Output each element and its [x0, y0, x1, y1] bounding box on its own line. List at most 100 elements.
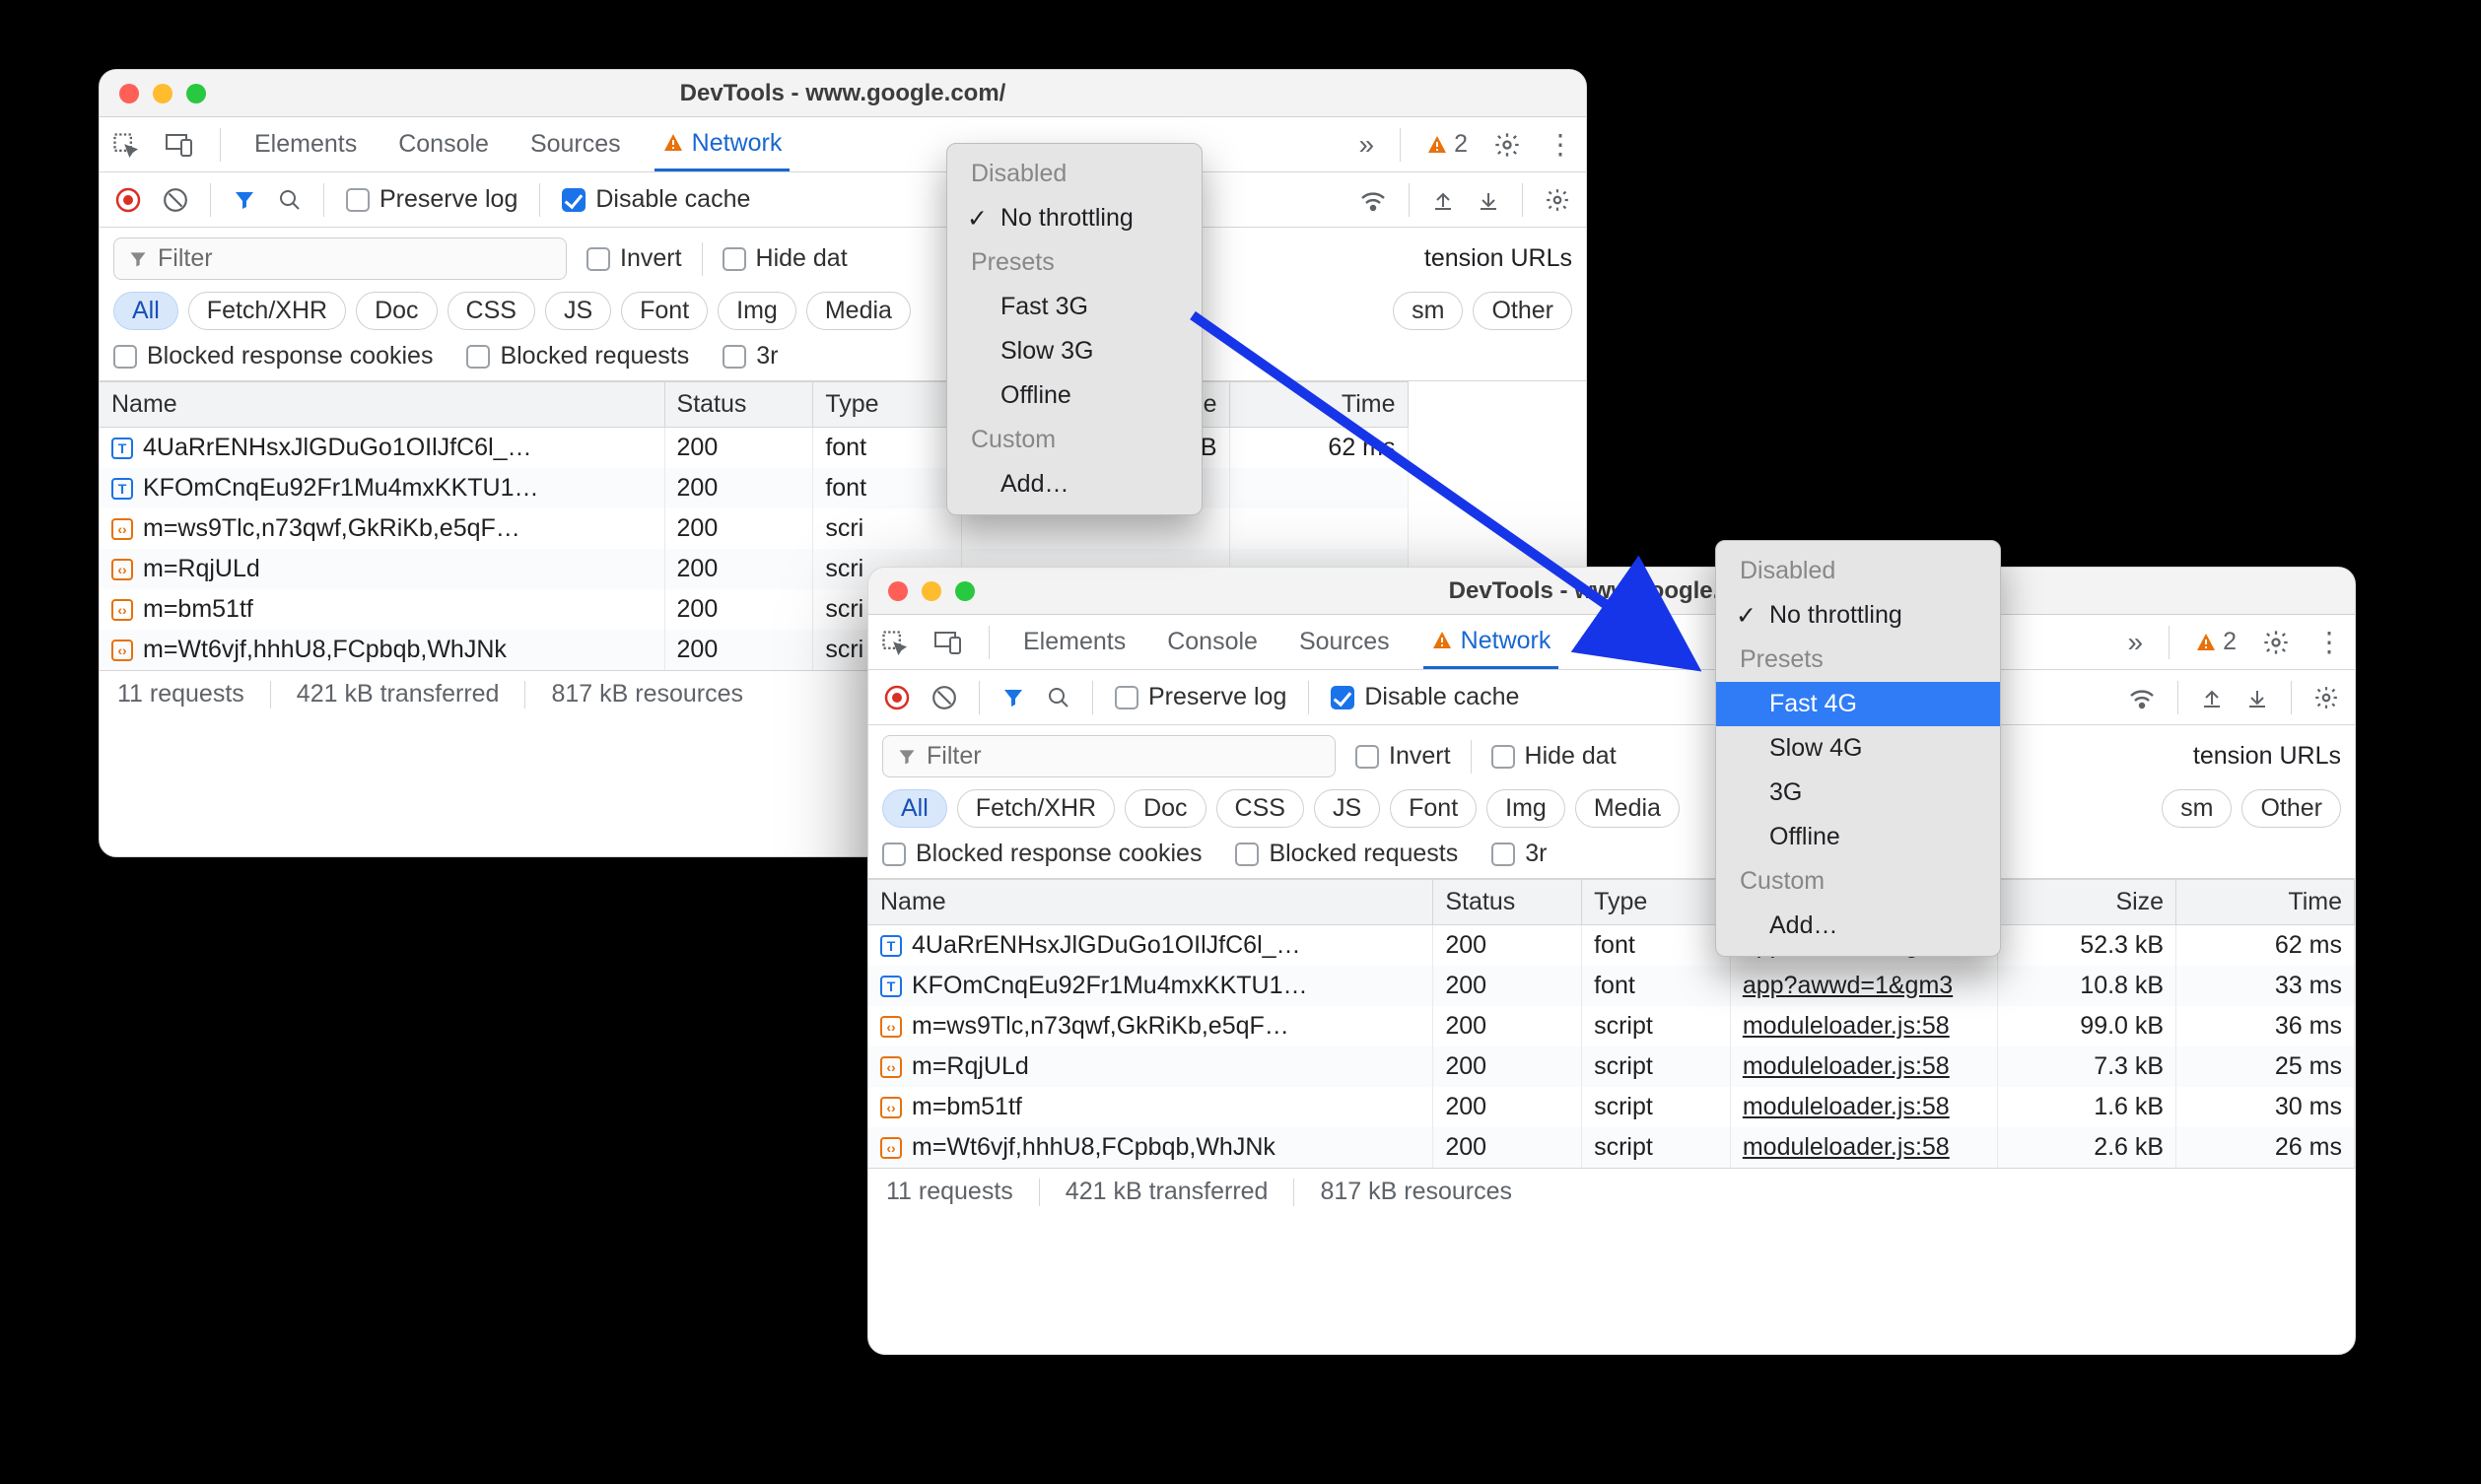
blocked-cookies-checkbox[interactable]: Blocked response cookies	[113, 342, 433, 371]
table-row[interactable]: ‹›m=RqjULd200scriptmoduleloader.js:587.3…	[868, 1046, 2355, 1087]
third-party-checkbox[interactable]: 3r	[723, 342, 778, 371]
record-button[interactable]	[115, 187, 141, 213]
more-tabs-icon[interactable]: »	[1359, 129, 1375, 161]
status-requests: 11 requests	[886, 1178, 1013, 1206]
chip-fetch[interactable]: Fetch/XHR	[188, 292, 346, 330]
table-row[interactable]: T4UaRrENHsxJlGDuGo1OIlJfC6l_…200fontapp?…	[868, 925, 2355, 967]
chip-doc[interactable]: Doc	[356, 292, 437, 330]
chip-fetch[interactable]: Fetch/XHR	[957, 789, 1115, 828]
disable-cache-checkbox[interactable]: Disable cache	[562, 185, 750, 214]
blocked-cookies-checkbox[interactable]: Blocked response cookies	[882, 840, 1202, 868]
search-icon[interactable]	[1047, 686, 1070, 709]
inspect-element-icon[interactable]	[111, 131, 139, 159]
chip-all[interactable]: All	[882, 789, 947, 828]
table-row[interactable]: ‹›m=Wt6vjf,hhhU8,FCpbqb,WhJNk200scriptmo…	[868, 1127, 2355, 1168]
menu-item-fast-4g[interactable]: Fast 4G	[1716, 682, 2000, 726]
menu-item-add[interactable]: Add…	[1716, 904, 2000, 948]
warning-count[interactable]: 2	[1426, 130, 1468, 159]
network-settings-icon[interactable]	[2313, 685, 2339, 710]
menu-item-slow-4g[interactable]: Slow 4G	[1716, 726, 2000, 771]
menu-header-disabled: Disabled	[1716, 549, 2000, 593]
device-toolbar-icon[interactable]	[933, 630, 963, 655]
network-conditions-icon[interactable]	[2128, 686, 2156, 709]
invert-checkbox[interactable]: Invert	[1355, 742, 1451, 771]
device-toolbar-icon[interactable]	[165, 132, 194, 158]
cell-initiator[interactable]: moduleloader.js:58	[1730, 1006, 1997, 1046]
clear-button[interactable]	[931, 685, 957, 710]
cell-initiator[interactable]: moduleloader.js:58	[1730, 1127, 1997, 1168]
tab-elements[interactable]: Elements	[1015, 615, 1134, 669]
record-button[interactable]	[884, 685, 910, 710]
cell-time: 25 ms	[2176, 1046, 2355, 1087]
col-status[interactable]: Status	[1433, 880, 1582, 925]
filter-input[interactable]: Filter	[113, 237, 567, 280]
download-har-icon[interactable]	[1477, 188, 1500, 212]
preserve-log-checkbox[interactable]: Preserve log	[346, 185, 517, 214]
filter-icon[interactable]	[233, 188, 256, 212]
menu-header-disabled: Disabled	[947, 152, 1202, 196]
chip-css[interactable]: CSS	[1216, 789, 1304, 828]
network-settings-icon[interactable]	[1545, 187, 1570, 213]
more-tabs-icon[interactable]: »	[2128, 627, 2144, 658]
tab-network[interactable]: Network	[655, 117, 791, 171]
hide-data-urls-checkbox[interactable]: Hide dat	[723, 244, 848, 273]
chip-js[interactable]: JS	[1314, 789, 1380, 828]
filter-icon[interactable]	[1001, 686, 1025, 709]
menu-header-custom: Custom	[1716, 859, 2000, 904]
chip-css[interactable]: CSS	[448, 292, 535, 330]
script-file-icon: ‹›	[111, 640, 133, 661]
network-conditions-icon[interactable]	[1359, 188, 1387, 212]
cell-initiator[interactable]: moduleloader.js:58	[1730, 1046, 1997, 1087]
table-row[interactable]: TKFOmCnqEu92Fr1Mu4mxKKTU1…200fontapp?aww…	[868, 966, 2355, 1006]
cell-initiator[interactable]: app?awwd=1&gm3	[1730, 966, 1997, 1006]
col-size[interactable]: Size	[1998, 880, 2176, 925]
table-row[interactable]: ‹›m=ws9Tlc,n73qwf,GkRiKb,e5qF…200scriptm…	[868, 1006, 2355, 1046]
col-status[interactable]: Status	[664, 382, 813, 428]
col-name[interactable]: Name	[100, 382, 664, 428]
hide-data-urls-checkbox[interactable]: Hide dat	[1491, 742, 1617, 771]
divider	[270, 681, 271, 708]
menu-item-no-throttling[interactable]: No throttling	[1716, 593, 2000, 638]
table-row[interactable]: ‹›m=bm51tf200scriptmoduleloader.js:581.6…	[868, 1087, 2355, 1127]
filter-input[interactable]: Filter	[882, 735, 1336, 777]
download-har-icon[interactable]	[2245, 686, 2269, 709]
chip-font[interactable]: Font	[621, 292, 708, 330]
blocked-requests-checkbox[interactable]: Blocked requests	[466, 342, 689, 371]
cell-initiator[interactable]: moduleloader.js:58	[1730, 1087, 1997, 1127]
chip-img[interactable]: Img	[1486, 789, 1565, 828]
warning-count[interactable]: 2	[2195, 628, 2237, 656]
upload-har-icon[interactable]	[2200, 686, 2224, 709]
upload-har-icon[interactable]	[1431, 188, 1455, 212]
menu-item-offline[interactable]: Offline	[1716, 815, 2000, 859]
tab-console[interactable]: Console	[390, 117, 497, 171]
search-icon[interactable]	[278, 188, 302, 212]
chip-font[interactable]: Font	[1390, 789, 1477, 828]
col-name[interactable]: Name	[868, 880, 1433, 925]
chip-js[interactable]: JS	[545, 292, 611, 330]
menu-item-no-throttling[interactable]: No throttling	[947, 196, 1202, 240]
chip-all[interactable]: All	[113, 292, 178, 330]
col-type[interactable]: Type	[813, 382, 962, 428]
inspect-element-icon[interactable]	[880, 629, 908, 656]
third-party-checkbox[interactable]: 3r	[1491, 840, 1547, 868]
kebab-menu-icon[interactable]: ⋮	[2315, 626, 2343, 658]
kebab-menu-icon[interactable]: ⋮	[1547, 128, 1574, 161]
clear-button[interactable]	[163, 187, 188, 213]
tab-elements[interactable]: Elements	[246, 117, 365, 171]
chip-doc[interactable]: Doc	[1125, 789, 1206, 828]
invert-checkbox[interactable]: Invert	[586, 244, 682, 273]
menu-item-3g[interactable]: 3G	[1716, 771, 2000, 815]
chip-img[interactable]: Img	[718, 292, 796, 330]
col-time[interactable]: Time	[2176, 880, 2355, 925]
chip-media[interactable]: Media	[806, 292, 911, 330]
cell-type: font	[813, 468, 962, 508]
chip-wasm[interactable]: sm	[2162, 789, 2232, 828]
settings-icon[interactable]	[2262, 629, 2290, 656]
settings-icon[interactable]	[1493, 131, 1521, 159]
window-title: DevTools - www.google.com/	[100, 80, 1586, 107]
chip-media[interactable]: Media	[1575, 789, 1680, 828]
tab-sources[interactable]: Sources	[522, 117, 629, 171]
col-type[interactable]: Type	[1582, 880, 1731, 925]
chip-other[interactable]: Other	[2241, 789, 2341, 828]
blocked-requests-checkbox[interactable]: Blocked requests	[1235, 840, 1458, 868]
